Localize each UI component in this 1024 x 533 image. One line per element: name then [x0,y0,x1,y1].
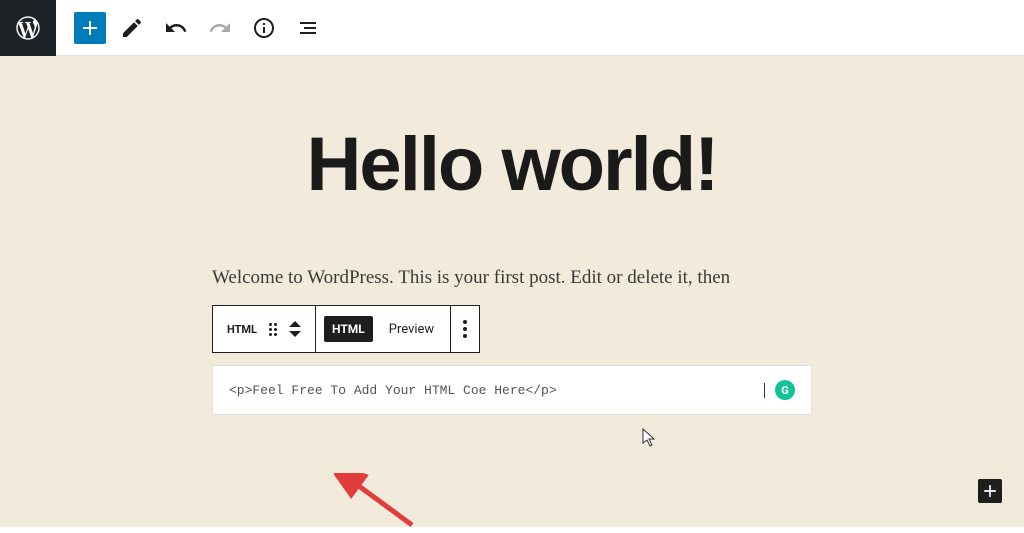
wordpress-icon [14,14,42,42]
info-icon [252,16,276,40]
plus-icon [980,481,1000,501]
wp-logo-button[interactable] [0,0,56,56]
more-options-button[interactable] [451,306,479,352]
post-title[interactable]: Hello world! [212,121,812,208]
intro-paragraph[interactable]: Welcome to WordPress. This is your first… [212,263,812,293]
custom-html-block[interactable]: <p>Feel Free To Add Your HTML Coe Here</… [212,365,812,415]
annotation-arrow-icon [334,473,424,533]
redo-icon [208,16,232,40]
editor-top-toolbar [0,0,1024,56]
html-mode-button[interactable]: HTML [324,316,373,342]
block-type-segment: HTML [213,306,316,352]
outline-button[interactable] [290,10,326,46]
plus-icon [78,16,102,40]
block-type-label[interactable]: HTML [221,323,263,336]
content-area: Hello world! Welcome to WordPress. This … [202,121,822,415]
grammarly-icon[interactable]: G [775,380,795,400]
cursor-icon [642,428,658,448]
floating-add-button[interactable] [978,479,1002,503]
outline-icon [296,16,320,40]
preview-mode-button[interactable]: Preview [381,322,442,337]
undo-button[interactable] [158,10,194,46]
block-toolbar: HTML HTML Preview [212,305,480,353]
html-code-input[interactable]: <p>Feel Free To Add Your HTML Coe Here</… [229,383,765,398]
more-vertical-icon [463,320,467,338]
add-block-button[interactable] [74,12,106,44]
chevron-up-icon [287,319,303,329]
toolbar-group-left [56,10,326,46]
editor-canvas: Hello world! Welcome to WordPress. This … [0,56,1024,527]
undo-icon [164,16,188,40]
html-preview-segment: HTML Preview [316,306,451,352]
drag-handle-icon[interactable] [263,323,283,336]
edit-mode-button[interactable] [114,10,150,46]
chevron-down-icon [287,329,303,339]
block-movers[interactable] [283,319,307,339]
details-button[interactable] [246,10,282,46]
redo-button[interactable] [202,10,238,46]
pencil-icon [120,16,144,40]
